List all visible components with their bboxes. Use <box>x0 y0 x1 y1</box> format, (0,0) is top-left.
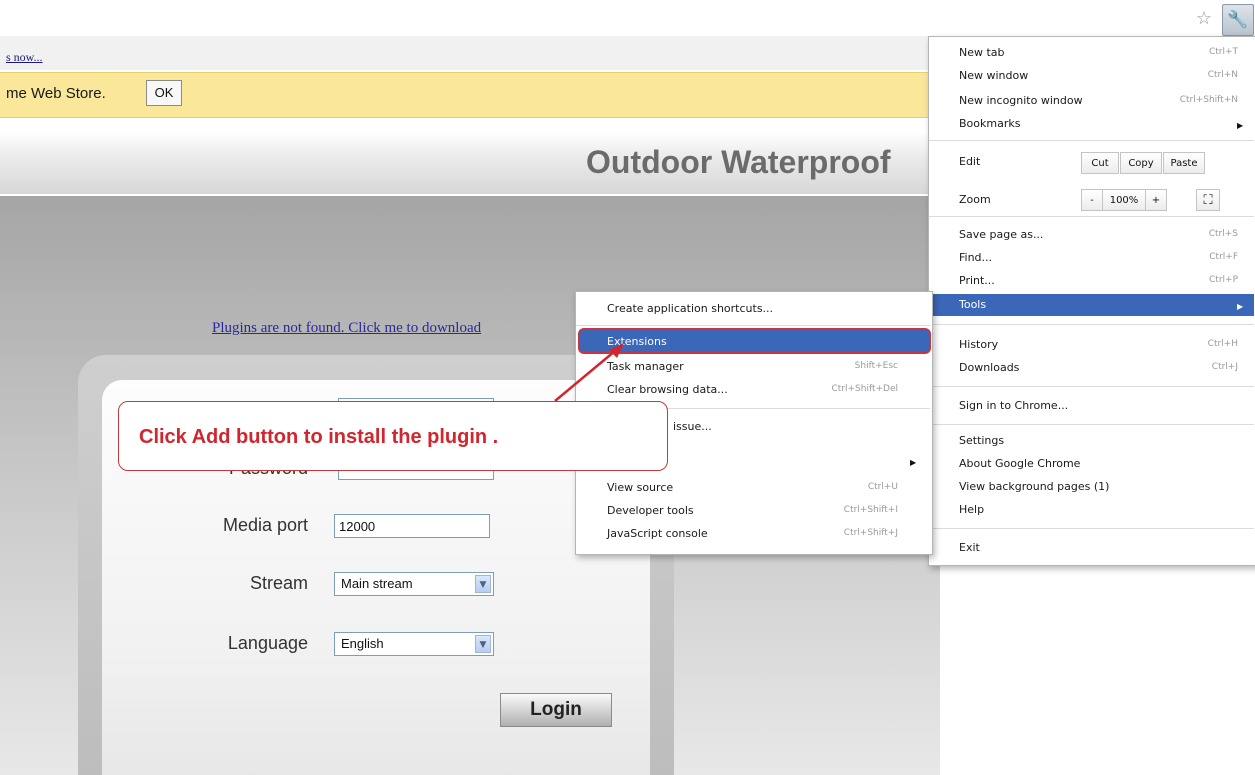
annotation-arrow-icon <box>554 343 624 402</box>
